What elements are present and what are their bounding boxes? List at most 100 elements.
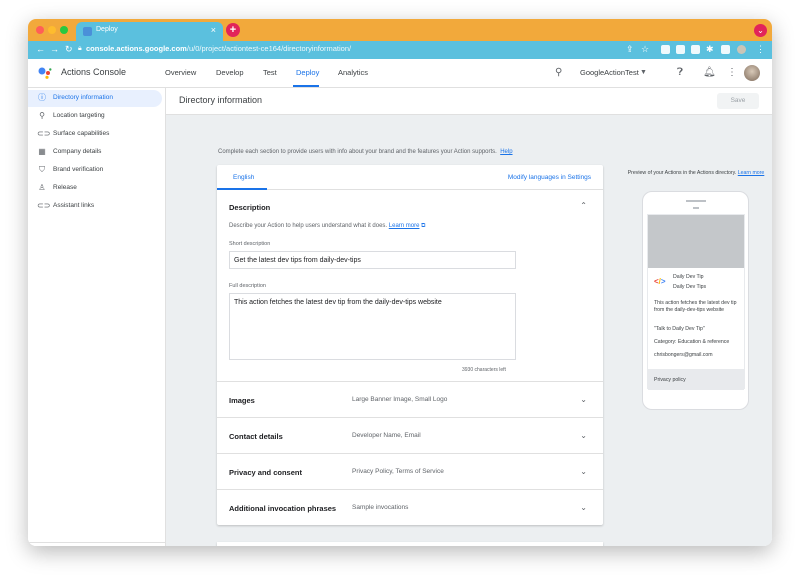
nav-overview[interactable]: Overview [165,68,196,77]
menu-dots-icon[interactable]: ⋮ [756,44,765,55]
browser-tab[interactable]: Deploy × [76,22,223,41]
short-description-label: Short description [229,241,271,247]
app-header: Actions Console Overview Develop Test De… [28,59,772,88]
sidebar-toggle-icon[interactable] [721,45,730,54]
tab-close-icon[interactable]: × [211,25,216,35]
sidebar-item-label: Company details [53,148,102,155]
assistant-logo-icon [38,67,52,79]
help-link[interactable]: Help [500,149,512,155]
full-description-textarea[interactable]: This action fetches the latest dev tip f… [229,293,516,360]
star-icon[interactable]: ☆ [641,44,649,55]
link-icon: ⊂⊃ [37,129,51,138]
learn-more-link[interactable]: Learn more [389,223,420,229]
images-section[interactable]: Images Large Banner Image, Small Logo ⌄ [217,381,603,417]
description-help: Describe your Action to help users under… [229,223,425,230]
extension-icon[interactable] [691,45,700,54]
directory-card: English Modify languages in Settings Des… [217,165,603,525]
puzzle-icon[interactable]: ✱ [706,44,714,55]
chevron-down-icon[interactable]: ⌄ [580,431,587,440]
reload-icon[interactable]: ↻ [65,44,73,55]
sidebar-item-brand-verification[interactable]: ⛉ Brand verification [28,162,162,179]
sidebar-item-company-details[interactable]: ▦ Company details [28,144,162,161]
project-selector[interactable]: GoogleActionTest [580,68,639,77]
section-summary: Sample invocations [352,504,409,511]
code-logo-icon: </> [654,277,666,286]
section-title: Additional invocation phrases [229,504,337,513]
section-title: Images [229,396,255,405]
shield-icon: ⛉ [39,165,45,174]
chevron-down-icon[interactable]: ⌄ [580,467,587,476]
active-nav-indicator [293,85,319,87]
sidebar-item-label: Release [53,184,77,191]
share-icon[interactable]: ⇪ [626,44,634,55]
address-bar: ← → ↻ 🔒︎ console.actions.google.com/u/0/… [28,41,772,59]
privacy-consent-section[interactable]: Privacy and consent Privacy Policy, Term… [217,453,603,489]
nav-deploy[interactable]: Deploy [296,68,319,77]
description-section-title[interactable]: Description [229,203,270,212]
back-icon[interactable]: ← [36,44,45,54]
dropdown-arrow-icon[interactable]: ▼ [640,69,647,76]
sidebar-item-label: Assistant links [53,202,95,209]
phone-speaker [686,200,706,202]
extension-icon[interactable] [661,45,670,54]
notifications-icon[interactable]: 🔔︎ [703,67,716,78]
modify-languages-link[interactable]: Modify languages in Settings [508,174,591,181]
more-options-icon[interactable]: ⋮ [727,67,737,78]
section-summary: Large Banner Image, Small Logo [352,396,448,403]
forward-icon[interactable]: → [50,44,59,54]
page-header: Directory information Save [166,88,772,115]
contact-details-section[interactable]: Contact details Developer Name, Email ⌄ [217,417,603,453]
maximize-window-button[interactable] [60,26,68,34]
chevron-up-icon[interactable]: ⌃ [580,201,587,210]
extension-icon[interactable] [676,45,685,54]
sidebar-item-surface-capabilities[interactable]: ⊂⊃ Surface capabilities [28,126,162,143]
character-counter: 3930 characters left [462,367,506,373]
tab-english[interactable]: English [233,174,254,181]
short-description-input[interactable]: Get the latest dev tips from daily-dev-t… [229,251,516,269]
nav-develop[interactable]: Develop [216,68,244,77]
banner-image [648,215,744,268]
intro-text: Complete each section to provide users w… [218,149,513,155]
active-tab-indicator [217,188,267,190]
sidebar-item-label: Location targeting [53,112,105,119]
section-title: Contact details [229,432,283,441]
full-description-label: Full description [229,283,266,289]
url-host: console.actions.google.com [86,44,187,53]
sidebar-item-directory-information[interactable]: ⓘ Directory information [28,90,162,107]
chevron-down-icon[interactable]: ⌄ [754,24,767,37]
description-help-text: Describe your Action to help users under… [229,223,388,229]
app-name: Actions Console [61,67,127,77]
user-avatar[interactable] [744,65,760,81]
next-card [217,542,603,546]
building-icon: ▦ [38,147,46,156]
save-button[interactable]: Save [717,93,759,109]
lock-icon: 🔒︎ [78,45,82,52]
chevron-down-icon[interactable]: ⌄ [580,503,587,512]
preview-footer: Privacy policy [648,369,744,390]
sidebar-item-assistant-links[interactable]: ⊂⊃ Assistant links [28,198,162,215]
collapse-sidebar-button[interactable]: ‹ [28,542,165,546]
invocation-phrases-section[interactable]: Additional invocation phrases Sample inv… [217,489,603,525]
sidebar-item-location-targeting[interactable]: ⚲ Location targeting [28,108,162,125]
sidebar-item-label: Directory information [53,94,113,101]
sidebar: ⓘ Directory information ⚲ Location targe… [28,88,166,546]
chevron-down-icon[interactable]: ⌄ [580,395,587,404]
preview-learn-more-link[interactable]: Learn more [738,170,765,176]
nav-analytics[interactable]: Analytics [338,68,368,77]
help-icon[interactable]: ❓︎ [677,67,683,78]
profile-avatar[interactable] [737,45,746,54]
link-icon: ⊂⊃ [37,201,51,210]
sidebar-item-release[interactable]: ♙ Release [28,180,162,197]
preview-email: chrisbongers@gmail.com [654,352,713,358]
preview-app-subtitle: Daily Dev Tips [673,284,707,290]
url-field[interactable]: console.actions.google.com/u/0/project/a… [86,44,351,53]
url-path: /u/0/project/actiontest-ce164/directoryi… [186,44,352,53]
phone-camera [693,207,699,209]
minimize-window-button[interactable] [48,26,56,34]
close-window-button[interactable] [36,26,44,34]
location-pin-icon: ⚲ [39,111,45,120]
nav-test[interactable]: Test [263,68,277,77]
new-tab-button[interactable]: + [226,23,240,37]
search-icon[interactable]: ⚲ [555,67,562,78]
info-icon: ⓘ [38,93,46,102]
